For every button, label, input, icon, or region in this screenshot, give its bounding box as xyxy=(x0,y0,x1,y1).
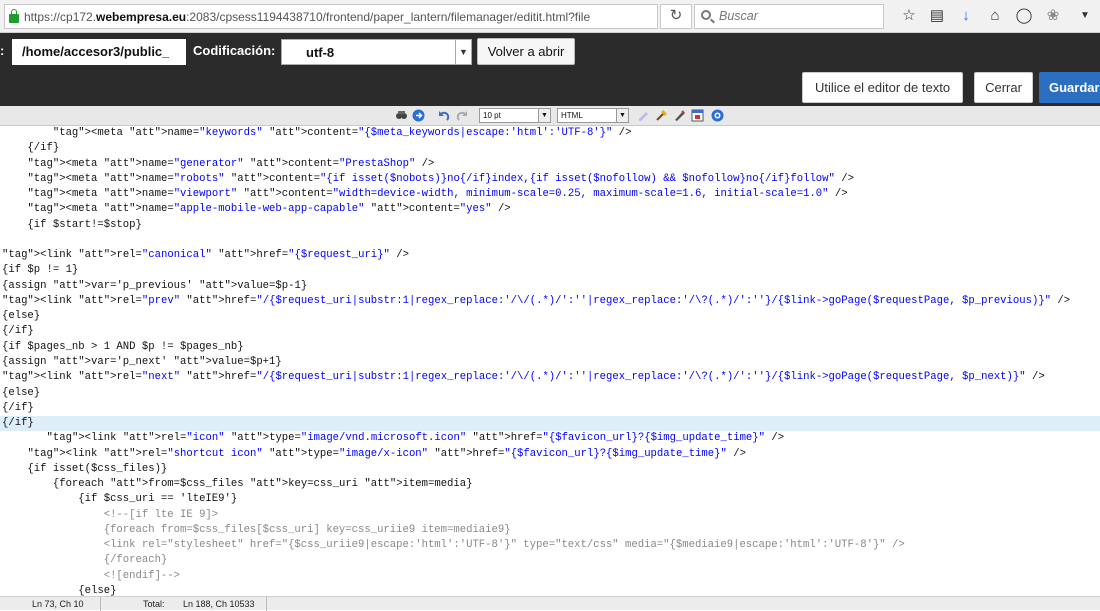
search-input[interactable]: Buscar xyxy=(694,4,884,29)
find-icon[interactable] xyxy=(395,109,408,122)
code-line[interactable]: {/if} xyxy=(0,141,1100,156)
code-line[interactable]: {assign "att">var='p_previous' "att">val… xyxy=(0,279,1100,294)
undo-icon[interactable] xyxy=(437,109,450,122)
file-header-bar: : /home/accesor3/public_ Codificación: u… xyxy=(0,33,1100,70)
code-line[interactable]: {if $p != 1} xyxy=(0,263,1100,278)
fullscreen-icon[interactable] xyxy=(691,109,704,122)
encoding-select[interactable]: utf-8 ▼ xyxy=(281,39,472,65)
code-line[interactable]: {assign "att">var='p_next' "att">value=$… xyxy=(0,355,1100,370)
code-line[interactable]: {/if} xyxy=(0,416,1100,432)
code-line[interactable]: <!--[if lte IE 9]> xyxy=(0,508,1100,523)
code-line[interactable]: "tag"><meta "att">name="generator" "att"… xyxy=(0,157,1100,172)
code-line[interactable]: {/if} xyxy=(0,401,1100,416)
code-line[interactable]: <link rel="stylesheet" href="{$css_uriie… xyxy=(0,538,1100,553)
bookmark-star-icon[interactable]: ☆ xyxy=(898,5,920,27)
lock-icon xyxy=(9,8,19,23)
code-line[interactable] xyxy=(0,233,1100,248)
reload-icon[interactable]: ↻ xyxy=(660,4,692,29)
highlight-icon[interactable] xyxy=(637,109,650,122)
word-wrap-icon[interactable] xyxy=(673,109,686,122)
total-value: Ln 188, Ch 10533 xyxy=(183,599,255,609)
download-icon[interactable]: ↓ xyxy=(955,5,977,27)
code-line[interactable]: "tag"><meta "att">name="viewport" "att">… xyxy=(0,187,1100,202)
url-domain: webempresa.eu xyxy=(96,9,187,24)
code-line[interactable]: {else} xyxy=(0,584,1100,596)
reset-highlight-icon[interactable] xyxy=(655,109,668,122)
code-line[interactable]: "tag"><meta "att">name="apple-mobile-web… xyxy=(0,202,1100,217)
status-bar: Ln 73, Ch 10 Total: Ln 188, Ch 10533 xyxy=(0,596,1100,611)
code-line[interactable]: {if $pages_nb > 1 AND $p != $pages_nb} xyxy=(0,340,1100,355)
pocket-icon[interactable]: ◯ xyxy=(1013,5,1035,27)
action-bar: Utilice el editor de texto Cerrar Guarda… xyxy=(0,70,1100,106)
url-rest: :2083/cpsess1194438710/frontend/paper_la… xyxy=(186,9,591,24)
encoding-label: Codificación: xyxy=(193,43,276,58)
chevron-down-icon: ▼ xyxy=(538,109,550,122)
code-line[interactable]: "tag"><link "att">rel="canonical" "att">… xyxy=(0,248,1100,263)
search-icon xyxy=(701,10,711,20)
code-line[interactable]: {if $start!=$stop} xyxy=(0,218,1100,233)
chevron-down-icon: ▼ xyxy=(616,109,628,122)
redo-icon[interactable] xyxy=(456,109,469,122)
code-line[interactable]: {if $css_uri == 'lteIE9'} xyxy=(0,492,1100,507)
file-path-field[interactable]: /home/accesor3/public_ xyxy=(12,39,186,65)
status-divider xyxy=(100,597,101,611)
syntax-select[interactable]: HTML ▼ xyxy=(557,108,629,123)
code-line[interactable]: {/if} xyxy=(0,324,1100,339)
code-line[interactable]: {else} xyxy=(0,386,1100,401)
code-line[interactable]: {else} xyxy=(0,309,1100,324)
code-line[interactable]: "tag"><link "att">rel="shortcut icon" "a… xyxy=(0,447,1100,462)
code-editor[interactable]: "tag"><meta "att">name="keywords" "att">… xyxy=(0,126,1100,596)
save-button[interactable]: Guardar xyxy=(1039,72,1100,103)
chevron-down-icon: ▼ xyxy=(455,40,471,64)
code-line[interactable]: {foreach "att">from=$css_files "att">key… xyxy=(0,477,1100,492)
home-icon[interactable]: ⌂ xyxy=(984,5,1006,27)
text-editor-button[interactable]: Utilice el editor de texto xyxy=(802,72,963,103)
code-line[interactable]: <![endif]--> xyxy=(0,569,1100,584)
status-divider xyxy=(266,597,267,611)
menu-chevron-icon[interactable]: ▼ xyxy=(1074,5,1096,27)
code-line[interactable]: "tag"><meta "att">name="keywords" "att">… xyxy=(0,126,1100,141)
close-button[interactable]: Cerrar xyxy=(974,72,1033,103)
extension-icon[interactable]: ❀ xyxy=(1042,5,1064,27)
address-bar[interactable]: https://cp172. webempresa.eu:2083/cpsess1… xyxy=(4,4,658,29)
reading-list-icon[interactable]: ▤ xyxy=(926,5,948,27)
syntax-value: HTML xyxy=(561,111,583,120)
code-line[interactable]: "tag"><link "att">rel="next" "att">href=… xyxy=(0,370,1100,385)
search-placeholder: Buscar xyxy=(719,9,758,23)
code-line[interactable]: {foreach from=$css_files[$css_uri] key=c… xyxy=(0,523,1100,538)
code-line[interactable]: {if isset($css_files)} xyxy=(0,462,1100,477)
code-line[interactable]: "tag"><link "att">rel="prev" "att">href=… xyxy=(0,294,1100,309)
font-size-value: 10 pt xyxy=(483,111,501,120)
font-size-select[interactable]: 10 pt ▼ xyxy=(479,108,551,123)
path-label: : xyxy=(0,43,5,58)
encoding-value: utf-8 xyxy=(306,45,335,60)
editor-toolbar: 10 pt ▼ HTML ▼ xyxy=(0,106,1100,126)
reopen-button[interactable]: Volver a abrir xyxy=(477,38,575,65)
code-line[interactable]: "tag"><link "att">rel="icon" "att">type=… xyxy=(0,431,1100,446)
code-line[interactable]: "tag"><meta "att">name="robots" "att">co… xyxy=(0,172,1100,187)
code-line[interactable]: {/foreach} xyxy=(0,553,1100,568)
cursor-position: Ln 73, Ch 10 xyxy=(32,599,84,609)
total-label: Total: xyxy=(143,599,165,609)
goto-line-icon[interactable] xyxy=(412,109,425,122)
browser-toolbar: https://cp172. webempresa.eu:2083/cpsess1… xyxy=(0,0,1100,33)
help-icon[interactable] xyxy=(711,109,724,122)
url-prefix: https://cp172. xyxy=(24,9,97,24)
